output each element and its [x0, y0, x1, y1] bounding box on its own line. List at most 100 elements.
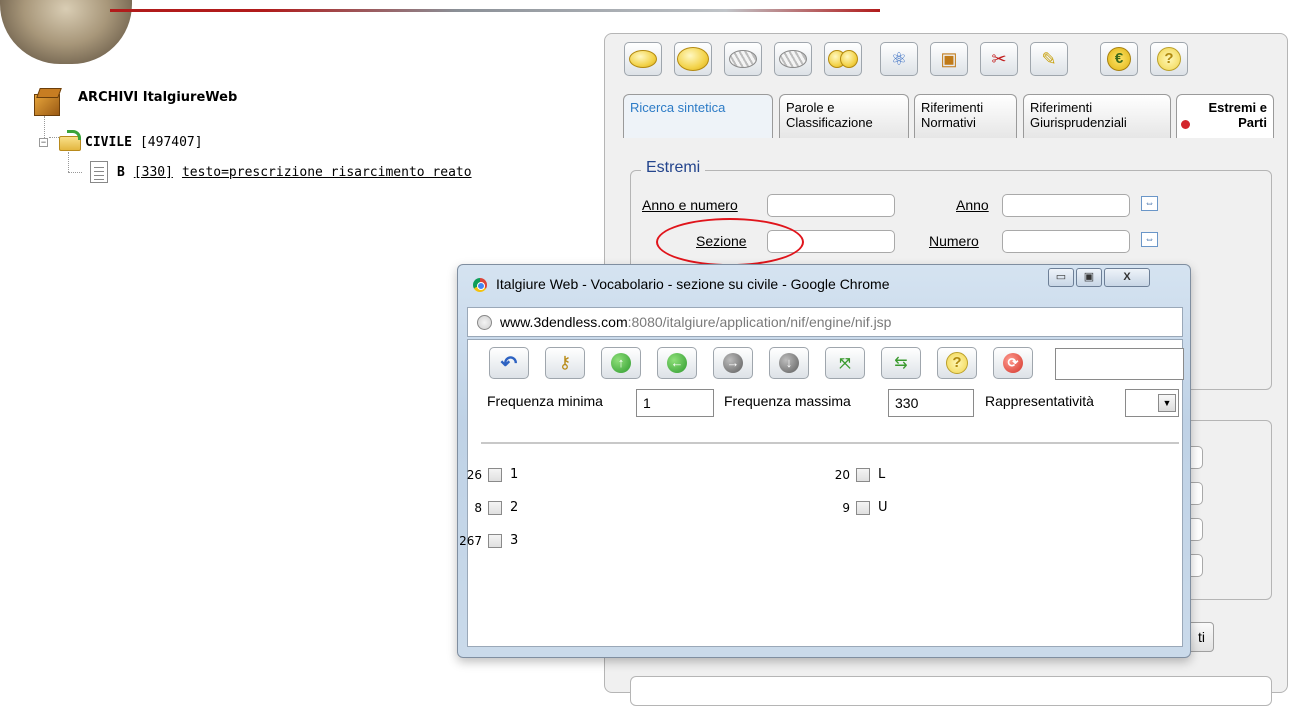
search-input[interactable] — [1055, 348, 1184, 380]
toolbar-button-4[interactable] — [774, 42, 812, 76]
yellow-oval-icon — [629, 50, 657, 68]
partial-input[interactable] — [1191, 446, 1203, 469]
tab-label: Parole e Classificazione — [786, 100, 873, 130]
freq-max-input[interactable]: 330 — [888, 389, 974, 417]
item-label: U — [878, 500, 888, 515]
tab-label: Riferimenti Normativi — [921, 100, 984, 130]
right-button[interactable]: → — [713, 347, 753, 379]
up-button[interactable]: ↑ — [601, 347, 641, 379]
toolbar-button-help[interactable]: ? — [1150, 42, 1188, 76]
tree-doc-count[interactable]: [330] — [134, 165, 173, 180]
item-checkbox[interactable] — [488, 533, 502, 548]
anno-label[interactable]: Anno — [956, 197, 989, 213]
partial-input[interactable] — [1191, 518, 1203, 541]
item-label: L — [878, 467, 886, 482]
numero-label[interactable]: Numero — [929, 233, 979, 249]
item-count: 9 — [842, 500, 850, 515]
archive-box-icon — [32, 86, 64, 118]
refresh-icon: ⟳ — [1003, 353, 1023, 373]
toolbar-button-9[interactable]: ✎ — [1030, 42, 1068, 76]
keys-button[interactable]: ⚷ — [545, 347, 585, 379]
atom-icon: ⚛ — [890, 49, 908, 69]
tab-riferimenti-giurisprudenziali[interactable]: Riferimenti Giurisprudenziali — [1023, 94, 1171, 138]
anno-input[interactable] — [1002, 194, 1130, 217]
tree-root[interactable]: ARCHIVI ItalgiureWeb — [32, 86, 237, 118]
list-item[interactable]: 267 3 — [448, 533, 518, 548]
toolbar-button-1[interactable] — [624, 42, 662, 76]
left-button[interactable]: ← — [657, 347, 697, 379]
list-item[interactable]: 20 L — [816, 467, 886, 482]
document-icon — [90, 161, 108, 183]
tree-node-civile-label: CIVILE — [85, 134, 132, 150]
arrow-left-icon: ← — [667, 353, 687, 373]
transfer-button[interactable]: ⇆ — [881, 347, 921, 379]
toolbar-button-7[interactable]: ▣ — [930, 42, 968, 76]
item-checkbox[interactable] — [488, 500, 502, 515]
collapse-toggle-icon[interactable]: − — [39, 137, 48, 147]
undo-button[interactable]: ↶ — [489, 347, 529, 379]
down-button[interactable]: ↓ — [769, 347, 809, 379]
expand-button[interactable]: ⤧ — [825, 347, 865, 379]
toolbar-button-2[interactable] — [674, 42, 712, 76]
tree-doc-query[interactable]: testo=prescrizione risarcimento reato — [182, 165, 472, 180]
toolbar-button-6[interactable]: ⚛ — [880, 42, 918, 76]
item-count: 267 — [459, 533, 482, 548]
item-checkbox[interactable] — [856, 467, 870, 482]
refresh-button[interactable]: ⟳ — [993, 347, 1033, 379]
popup-title: Italgiure Web - Vocabolario - sezione su… — [496, 276, 890, 292]
freq-min-input[interactable]: 1 — [636, 389, 714, 417]
toolbar-button-euro[interactable]: € — [1100, 42, 1138, 76]
item-count: 20 — [834, 467, 850, 482]
arrow-up-icon: ↑ — [611, 353, 631, 373]
tab-label: Riferimenti Giurisprudenziali — [1030, 100, 1127, 130]
tree-doc-letter: B — [117, 164, 125, 180]
rappresentativita-label: Rappresentatività — [985, 393, 1094, 409]
separator — [481, 442, 1179, 444]
globe-icon — [477, 315, 492, 330]
tree-node-civile-count: [497407] — [139, 134, 203, 150]
list-item[interactable]: 26 1 — [448, 467, 519, 482]
estremi-legend: Estremi — [641, 159, 706, 177]
freq-min-label: Frequenza minima — [487, 393, 603, 409]
url-path: :8080/italgiure/application/nif/engine/n… — [627, 314, 892, 330]
anno-numero-label[interactable]: Anno e numero — [642, 197, 738, 213]
expand-arrows-icon: ⤧ — [839, 354, 851, 371]
toolbar-button-8[interactable]: ✂ — [980, 42, 1018, 76]
arrow-right-icon: → — [723, 353, 743, 373]
address-bar[interactable]: www.3dendless.com:8080/italgiure/applica… — [467, 307, 1183, 337]
tree-root-label: ARCHIVI ItalgiureWeb — [78, 89, 238, 105]
list-item[interactable]: 9 U — [816, 500, 888, 515]
arrow-down-icon: ↓ — [779, 353, 799, 373]
anno-numero-input[interactable] — [767, 194, 895, 217]
eraser-icon: ✎ — [1041, 49, 1057, 69]
list-item[interactable]: 8 2 — [448, 500, 518, 515]
item-checkbox[interactable] — [488, 467, 502, 482]
tree-node-civile[interactable]: − CIVILE [497407] — [39, 130, 203, 152]
close-button[interactable]: X — [1104, 268, 1150, 287]
maximize-button[interactable]: ▣ — [1076, 268, 1102, 287]
anno-range-toggle-icon[interactable]: ⇔ — [1141, 196, 1158, 211]
tree-node-document[interactable]: B [330] testo=prescrizione risarcimento … — [90, 161, 472, 183]
item-checkbox[interactable] — [856, 500, 870, 515]
tab-estremi-parti[interactable]: Estremi e Parti — [1176, 94, 1274, 138]
numero-input[interactable] — [1002, 230, 1130, 253]
toolbar-button-3[interactable] — [724, 42, 762, 76]
help-button[interactable]: ? — [937, 347, 977, 379]
chevron-down-icon[interactable]: ▼ — [1158, 394, 1176, 412]
numero-range-toggle-icon[interactable]: ⇔ — [1141, 232, 1158, 247]
rappresentativita-select[interactable]: ▼ — [1125, 389, 1179, 417]
vocabolario-content: ↶ ⚷ ↑ ← → ↓ ⤧ ⇆ ? ⟳ Frequenza minima 1 F… — [459, 339, 1184, 647]
transfer-icon: ⇆ — [894, 355, 908, 372]
minimize-button[interactable]: ▭ — [1048, 268, 1074, 287]
double-oval-icon — [828, 50, 858, 68]
tab-riferimenti-normativi[interactable]: Riferimenti Normativi — [914, 94, 1017, 138]
item-count: 26 — [466, 467, 482, 482]
tab-ricerca-sintetica[interactable]: Ricerca sintetica — [623, 94, 773, 138]
toolbar-button-5[interactable] — [824, 42, 862, 76]
tab-parole-classificazione[interactable]: Parole e Classificazione — [779, 94, 909, 138]
item-label: 2 — [510, 500, 519, 515]
yellow-oval-icon — [677, 47, 709, 71]
partial-input[interactable] — [1191, 554, 1203, 577]
item-label: 1 — [510, 467, 519, 482]
partial-input[interactable] — [1191, 482, 1203, 505]
